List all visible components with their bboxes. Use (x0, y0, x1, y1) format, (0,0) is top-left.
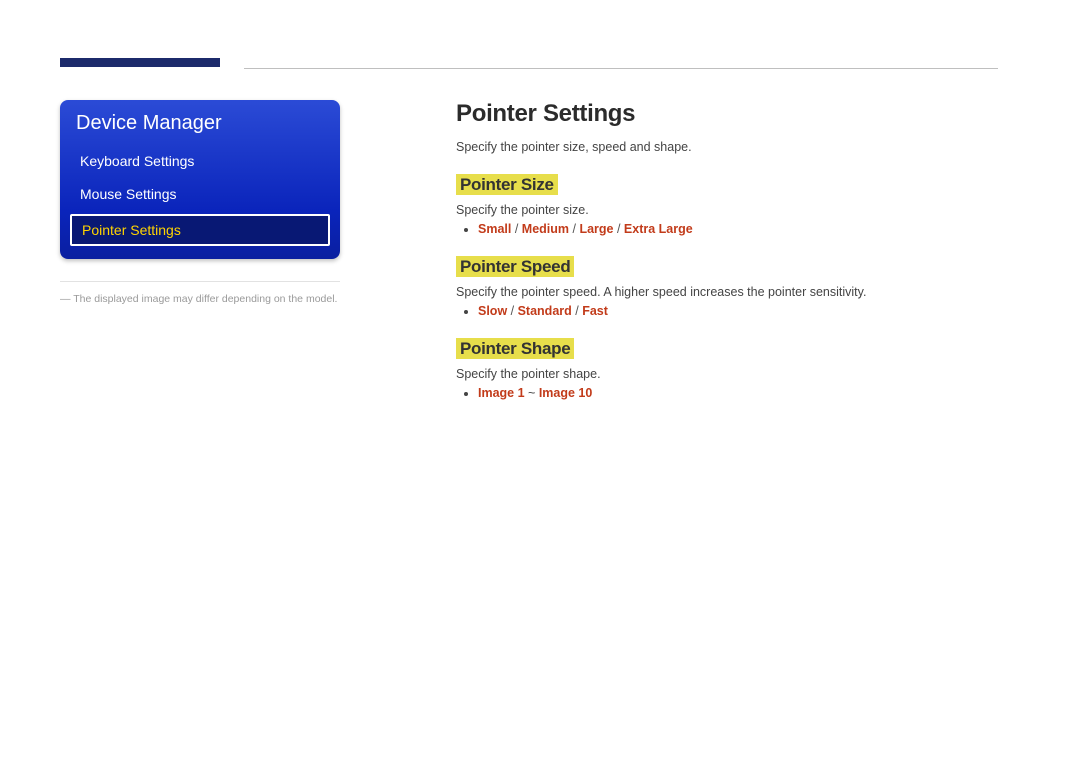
opt-extra-large: Extra Large (624, 222, 693, 236)
menu-item-keyboard-settings[interactable]: Keyboard Settings (60, 145, 340, 178)
opt-standard: Standard (518, 304, 572, 318)
section-desc-pointer-speed: Specify the pointer speed. A higher spee… (456, 285, 998, 299)
menu-item-pointer-settings[interactable]: Pointer Settings (70, 214, 330, 247)
options-row-pointer-shape: Image 1 ~ Image 10 (478, 386, 998, 400)
opt-image-from: Image 1 (478, 386, 525, 400)
panel-title: Device Manager (60, 100, 340, 145)
sep: / (613, 222, 623, 236)
section-heading-pointer-shape: Pointer Shape (456, 338, 574, 359)
options-row-pointer-speed: Slow / Standard / Fast (478, 304, 998, 318)
opt-slow: Slow (478, 304, 507, 318)
section-heading-pointer-speed: Pointer Speed (456, 256, 574, 277)
sep: / (507, 304, 517, 318)
menu-item-mouse-settings[interactable]: Mouse Settings (60, 178, 340, 211)
range-tilde: ~ (528, 386, 539, 400)
opt-medium: Medium (522, 222, 569, 236)
section-heading-pointer-size: Pointer Size (456, 174, 558, 195)
sidebar-divider (60, 281, 340, 282)
footnote: The displayed image may differ depending… (60, 292, 340, 307)
top-divider (244, 68, 998, 69)
section-desc-pointer-shape: Specify the pointer shape. (456, 367, 998, 381)
opt-small: Small (478, 222, 511, 236)
opt-large: Large (579, 222, 613, 236)
device-manager-panel: Device Manager Keyboard Settings Mouse S… (60, 100, 340, 259)
sep: / (572, 304, 582, 318)
opt-fast: Fast (582, 304, 608, 318)
accent-bar (60, 58, 220, 67)
page-title: Pointer Settings (456, 100, 998, 128)
page-intro: Specify the pointer size, speed and shap… (456, 140, 998, 154)
sep: / (569, 222, 579, 236)
sep: / (511, 222, 521, 236)
opt-image-to: Image 10 (539, 386, 593, 400)
section-desc-pointer-size: Specify the pointer size. (456, 203, 998, 217)
options-row-pointer-size: Small / Medium / Large / Extra Large (478, 222, 998, 236)
